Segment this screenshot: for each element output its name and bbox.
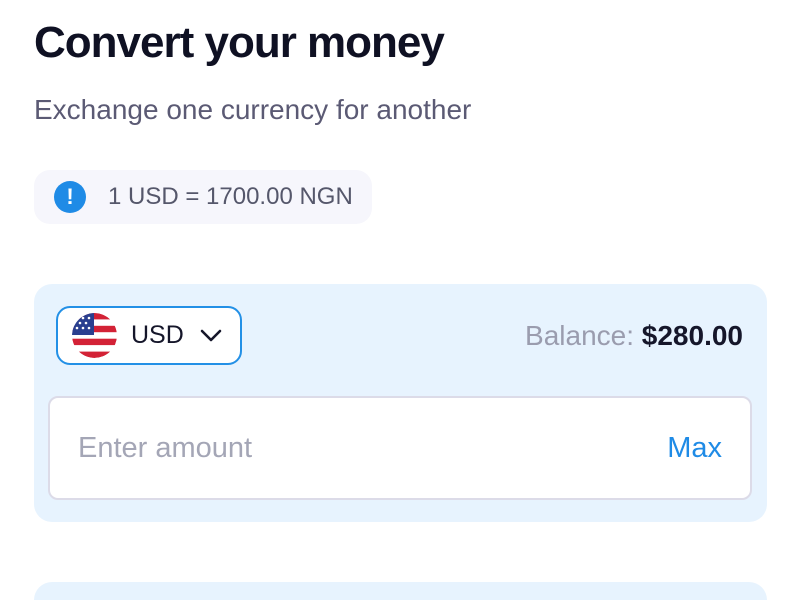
amount-field: Max bbox=[48, 396, 752, 500]
currency-select[interactable]: USD bbox=[56, 306, 242, 365]
info-icon: ! bbox=[54, 181, 86, 213]
to-currency-card bbox=[34, 582, 767, 600]
convert-page: Convert your money Exchange one currency… bbox=[0, 0, 800, 600]
exchange-rate-text: 1 USD = 1700.00 NGN bbox=[108, 183, 353, 210]
chevron-down-icon bbox=[200, 329, 222, 341]
exchange-rate-chip: ! 1 USD = 1700.00 NGN bbox=[34, 170, 372, 224]
balance-label: Balance: bbox=[525, 320, 634, 351]
balance-value: $280.00 bbox=[641, 320, 743, 351]
currency-code: USD bbox=[131, 321, 184, 349]
us-flag-icon bbox=[72, 313, 117, 358]
page-subtitle: Exchange one currency for another bbox=[34, 94, 472, 125]
from-currency-card: USD Balance: $280.00 Max bbox=[34, 284, 767, 522]
max-button[interactable]: Max bbox=[667, 432, 722, 465]
balance-display: Balance: $280.00 bbox=[525, 320, 743, 352]
amount-input[interactable] bbox=[78, 398, 618, 498]
page-title: Convert your money bbox=[34, 18, 445, 67]
